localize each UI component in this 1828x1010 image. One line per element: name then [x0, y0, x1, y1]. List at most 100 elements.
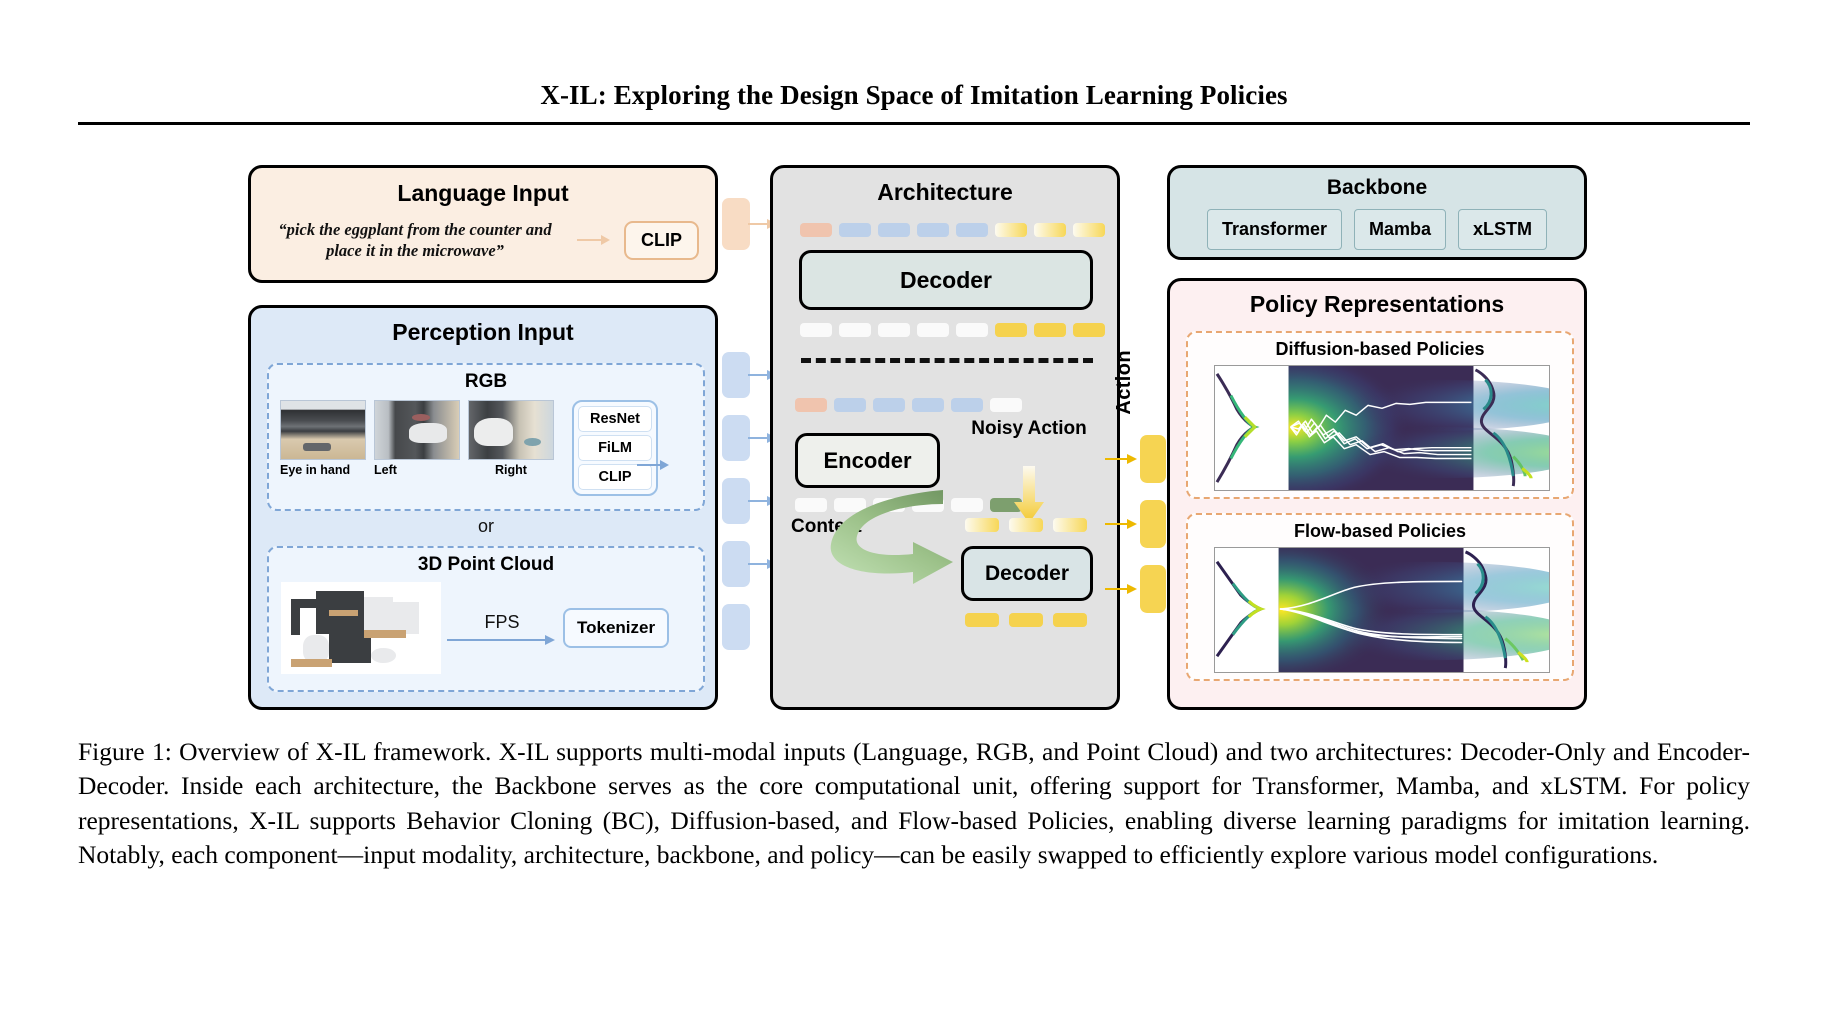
context-arrow-icon [830, 490, 953, 584]
connector-token-perception [722, 352, 750, 398]
diffusion-policies-section: Diffusion-based Policies [1186, 331, 1574, 499]
token-perception [956, 223, 988, 237]
language-input-panel: Language Input “pick the eggplant from t… [248, 165, 718, 283]
arrow-right-icon [1105, 454, 1138, 464]
connector-token-perception [722, 541, 750, 587]
token-noisy-action [1009, 518, 1043, 532]
token-noisy-action [965, 518, 999, 532]
figure-caption: Figure 1: Overview of X-IL framework. X-… [78, 737, 1750, 870]
rgb-view-label: Eye in hand [280, 463, 351, 477]
noisy-action-label: Noisy Action [971, 418, 1087, 439]
connector-token-perception [722, 604, 750, 650]
perception-input-title: Perception Input [392, 319, 574, 345]
architecture-title: Architecture [877, 179, 1013, 205]
token-language [795, 398, 827, 412]
connector-token-language [722, 198, 750, 250]
decoder-output-tokens [965, 613, 1087, 627]
token-masked [800, 323, 832, 337]
backbone-title: Backbone [1326, 176, 1428, 199]
point-cloud-row: FPS Tokenizer [269, 582, 703, 674]
action-output-token [1140, 500, 1166, 548]
action-output-token [1140, 565, 1166, 613]
language-encoder-chip-clip[interactable]: CLIP [623, 220, 699, 260]
backbone-option-xlstm[interactable]: xLSTM [1458, 209, 1548, 250]
diffusion-policy-visualization [1214, 365, 1550, 491]
arrow-right-icon [637, 460, 671, 470]
arrow-right-icon [1105, 584, 1138, 594]
token-masked [990, 398, 1022, 412]
action-output-token [1140, 435, 1166, 483]
policy-representations-title: Policy Representations [1249, 291, 1505, 317]
page-title: X-IL: Exploring the Design Space of Imit… [540, 80, 1288, 110]
rgb-view-left: Left [374, 400, 460, 477]
flow-policies-section: Flow-based Policies [1186, 513, 1574, 681]
encoder-input-tokens [795, 398, 1022, 412]
rgb-view-right: Right [468, 400, 554, 477]
token-noisy-action [1073, 223, 1105, 237]
arrow-right-icon [1105, 519, 1138, 529]
token-action [1053, 613, 1087, 627]
fps-label: FPS [484, 611, 520, 632]
diffusion-policies-title: Diffusion-based Policies [1275, 339, 1485, 359]
decoder-only-output-tokens [800, 323, 1105, 337]
language-input-row: “pick the eggplant from the counter and … [251, 219, 715, 261]
token-masked [917, 323, 949, 337]
token-masked [956, 323, 988, 337]
decoder-only-input-tokens [800, 223, 1105, 237]
encoder-block[interactable]: Encoder [795, 433, 940, 488]
arrow-right-icon [447, 634, 557, 645]
token-action [995, 323, 1027, 337]
decoder-only-block[interactable]: Decoder [799, 250, 1093, 310]
token-perception [878, 223, 910, 237]
rgb-views-row: Eye in hand Left Right ResNet FiLM CLIP [269, 400, 703, 496]
token-noisy-action [995, 223, 1027, 237]
rgb-section: RGB Eye in hand Left Right ResNet FiLM C… [267, 363, 705, 511]
decoder-input-tokens [965, 518, 1087, 532]
title-divider [78, 122, 1750, 125]
language-instruction-text: “pick the eggplant from the counter and … [278, 220, 552, 261]
flow-policies-title: Flow-based Policies [1293, 521, 1467, 541]
rgb-view-eye-in-hand: Eye in hand [280, 400, 366, 477]
point-cloud-section: 3D Point Cloud FPS Tokenizer [267, 546, 705, 692]
rgb-encoder-resnet[interactable]: ResNet [578, 406, 652, 432]
connector-token-perception [722, 415, 750, 461]
point-cloud-image [281, 582, 441, 674]
policy-representations-panel: Policy Representations Diffusion-based P… [1167, 278, 1587, 710]
modality-separator-label: or [477, 516, 494, 536]
arrow-down-icon [1014, 466, 1044, 523]
backbone-option-mamba[interactable]: Mamba [1354, 209, 1447, 250]
encoder-decoder-decoder-block[interactable]: Decoder [961, 546, 1093, 601]
camera-image-eye-in-hand [280, 400, 366, 460]
token-perception [951, 398, 983, 412]
token-action [965, 613, 999, 627]
backbone-option-transformer[interactable]: Transformer [1206, 209, 1342, 250]
point-cloud-title: 3D Point Cloud [417, 554, 555, 575]
rgb-encoder-film[interactable]: FiLM [578, 435, 652, 461]
figure-page: X-IL: Exploring the Design Space of Imit… [0, 0, 1828, 1010]
rgb-view-label: Left [374, 463, 397, 477]
token-action [1073, 323, 1105, 337]
backbone-options-row: Transformer Mamba xLSTM [1170, 209, 1584, 250]
token-masked [839, 323, 871, 337]
token-perception [917, 223, 949, 237]
token-perception [912, 398, 944, 412]
connector-token-perception [722, 478, 750, 524]
token-action [1034, 323, 1066, 337]
rgb-encoder-options: ResNet FiLM CLIP [572, 400, 658, 496]
flow-policy-visualization [1214, 547, 1550, 673]
camera-image-right [468, 400, 554, 460]
token-perception [839, 223, 871, 237]
token-action [1009, 613, 1043, 627]
token-noisy-action [1034, 223, 1066, 237]
point-cloud-encoder-tokenizer[interactable]: Tokenizer [563, 608, 670, 648]
fps-operation: FPS [447, 612, 557, 645]
architecture-panel: Architecture Decoder Encoder Noisy Actio… [770, 165, 1120, 710]
backbone-panel: Backbone Transformer Mamba xLSTM [1167, 165, 1587, 260]
rgb-title: RGB [464, 371, 508, 392]
rgb-view-label: Right [495, 463, 527, 477]
token-perception [834, 398, 866, 412]
token-masked [878, 323, 910, 337]
token-language [800, 223, 832, 237]
perception-input-panel: Perception Input RGB Eye in hand Left Ri… [248, 305, 718, 710]
architecture-divider [801, 358, 1093, 363]
